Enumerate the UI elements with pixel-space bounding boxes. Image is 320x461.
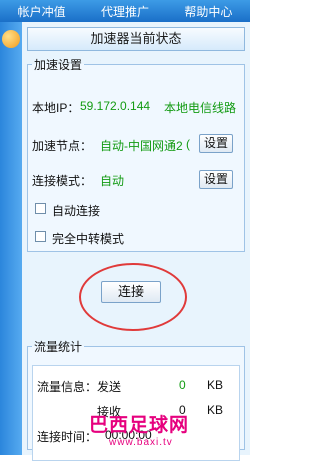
line-type-value: 本地电信线路 xyxy=(164,101,237,115)
tab-account-recharge[interactable]: 帐户冲值 xyxy=(0,3,83,20)
auto-connect-checkbox[interactable] xyxy=(35,203,46,214)
mode-value: 自动 xyxy=(100,174,125,188)
tab-agent-promotion[interactable]: 代理推广 xyxy=(83,3,166,20)
stats-legend: 流量统计 xyxy=(34,340,83,354)
left-sidebar xyxy=(0,22,22,455)
sent-unit: KB xyxy=(207,378,224,392)
auto-connect-label: 自动连接 xyxy=(52,204,101,218)
acceleration-settings-group: 加速设置 本地IP： 59.172.0.144 本地电信线路 加速节点： 自动-… xyxy=(27,56,245,252)
watermark-title: 巴西足球网 xyxy=(89,415,190,436)
app-logo-icon xyxy=(2,30,20,48)
watermark-url: www.baxi.tv xyxy=(109,437,173,448)
full-relay-label: 完全中转模式 xyxy=(52,232,125,246)
top-menu-bar: 帐户冲值 代理推广 帮助中心 xyxy=(0,0,250,22)
mode-settings-button[interactable]: 设置 xyxy=(199,170,233,189)
local-ip-label: 本地IP： xyxy=(32,101,80,115)
tab-help-center[interactable]: 帮助中心 xyxy=(167,3,250,20)
panel-title: 加速器当前状态 xyxy=(27,27,245,51)
settings-legend: 加速设置 xyxy=(34,58,83,72)
connect-button[interactable]: 连接 xyxy=(101,281,161,303)
full-relay-checkbox[interactable] xyxy=(35,231,46,242)
mode-label: 连接模式： xyxy=(32,174,93,188)
node-value: 自动-中国网通2 xyxy=(100,139,183,153)
main-panel: 加速器当前状态 加速设置 本地IP： 59.172.0.144 本地电信线路 加… xyxy=(22,22,250,461)
watermark: 巴西足球网 www.baxi.tv xyxy=(89,410,231,452)
traffic-info-label: 流量信息：发送 xyxy=(37,380,122,394)
node-settings-button[interactable]: 设置 xyxy=(199,134,233,153)
node-suffix: ( xyxy=(186,137,190,151)
connect-time-label: 连接时间： xyxy=(37,430,98,444)
local-ip-value: 59.172.0.144 xyxy=(80,99,151,113)
node-label: 加速节点： xyxy=(32,139,93,153)
sent-value: 0 xyxy=(179,378,186,392)
